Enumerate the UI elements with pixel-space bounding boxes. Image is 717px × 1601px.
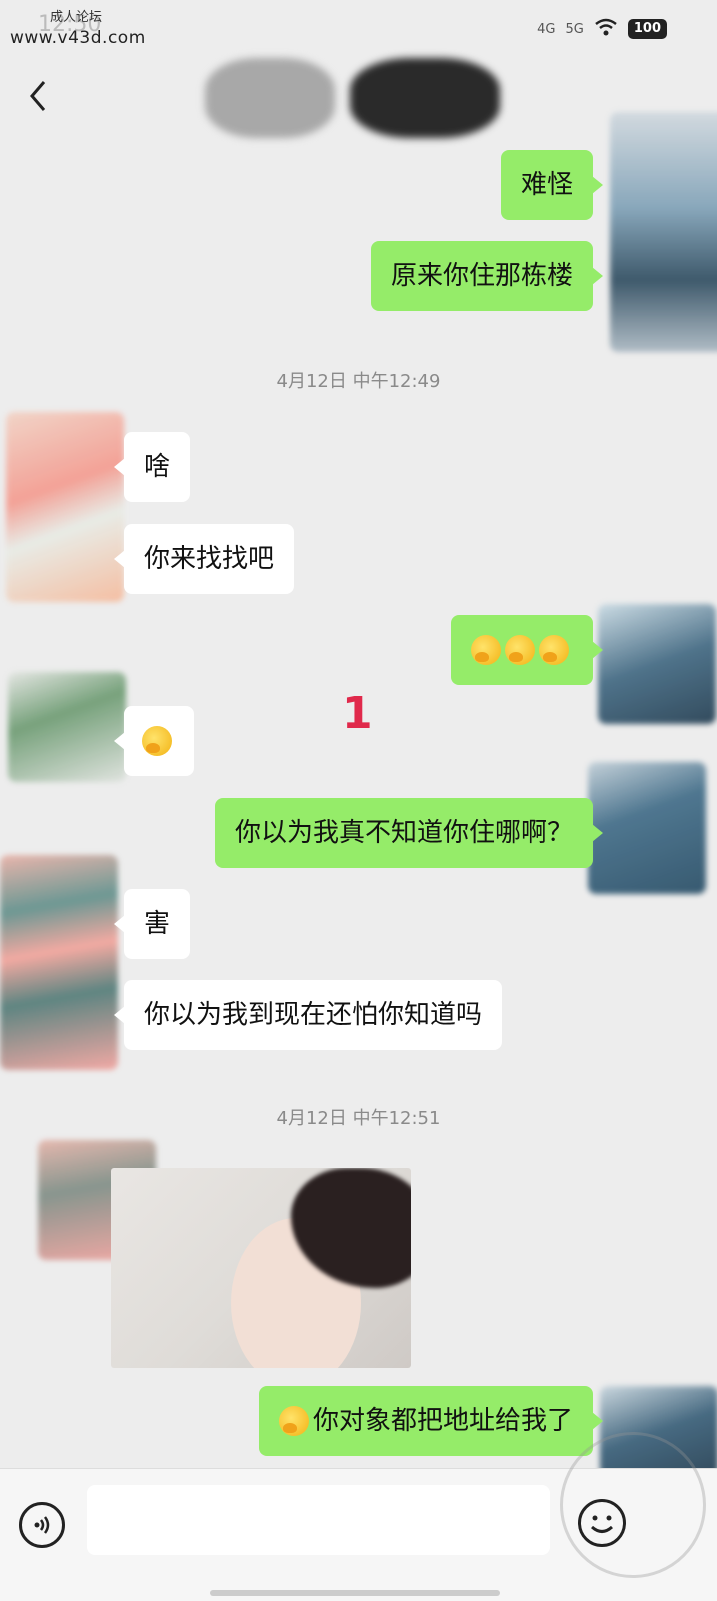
message-bubble[interactable]: 原来你住那栋楼 — [370, 241, 604, 311]
wifi-icon — [594, 18, 618, 40]
message-input[interactable] — [87, 1485, 550, 1555]
watermark-stamp — [560, 1432, 706, 1578]
timestamp: 4月12日 中午12:49 — [276, 371, 441, 392]
message-bubble[interactable]: 你来找找吧 — [113, 524, 295, 594]
message-bubble[interactable]: 你对象都把地址给我了 — [258, 1386, 604, 1456]
hand-over-mouth-emoji — [539, 635, 569, 665]
emoji-message-bubble[interactable] — [114, 706, 194, 776]
hand-over-mouth-emoji — [471, 635, 501, 665]
grinning-sweat-emoji — [142, 726, 172, 756]
message-bubble[interactable]: 啥 — [113, 432, 191, 502]
message-bubble[interactable]: 害 — [113, 889, 191, 959]
my-avatar[interactable] — [598, 604, 716, 724]
status-icons: 4G 5G 100 — [537, 18, 667, 40]
contact-avatar[interactable] — [6, 412, 124, 602]
message-bubble[interactable]: 你以为我到现在还怕你知道吗 — [113, 980, 503, 1050]
back-button[interactable] — [20, 76, 56, 116]
hand-over-mouth-emoji — [505, 635, 535, 665]
hand-over-mouth-emoji — [278, 1406, 309, 1436]
timestamp: 4月12日 中午12:51 — [276, 1108, 441, 1129]
contact-avatar[interactable] — [0, 855, 118, 1070]
battery-indicator: 100 — [627, 19, 667, 39]
network-5g: 5G — [565, 21, 584, 37]
chevron-left-icon — [30, 81, 46, 111]
emoji-message-bubble[interactable] — [451, 615, 603, 685]
home-indicator[interactable] — [210, 1590, 500, 1596]
watermark-text: 成人论坛 — [50, 10, 103, 25]
message-text: 你对象都把地址给我了 — [312, 1406, 573, 1436]
voice-icon — [34, 1516, 50, 1534]
my-avatar[interactable] — [610, 112, 717, 352]
annotation-number: 1 — [342, 688, 373, 739]
watermark-url: www.v43d.com — [10, 28, 146, 48]
message-bubble[interactable]: 难怪 — [500, 150, 604, 220]
contact-avatar[interactable] — [8, 672, 126, 782]
my-avatar[interactable] — [588, 762, 706, 894]
message-bubble[interactable]: 你以为我真不知道你住哪啊？ — [214, 798, 604, 868]
voice-button[interactable] — [19, 1502, 65, 1548]
network-4g: 4G — [537, 21, 556, 37]
photo-message[interactable] — [111, 1168, 411, 1368]
status-bar: 12:50 成人论坛 www.v43d.com 4G 5G 100 — [0, 0, 717, 58]
